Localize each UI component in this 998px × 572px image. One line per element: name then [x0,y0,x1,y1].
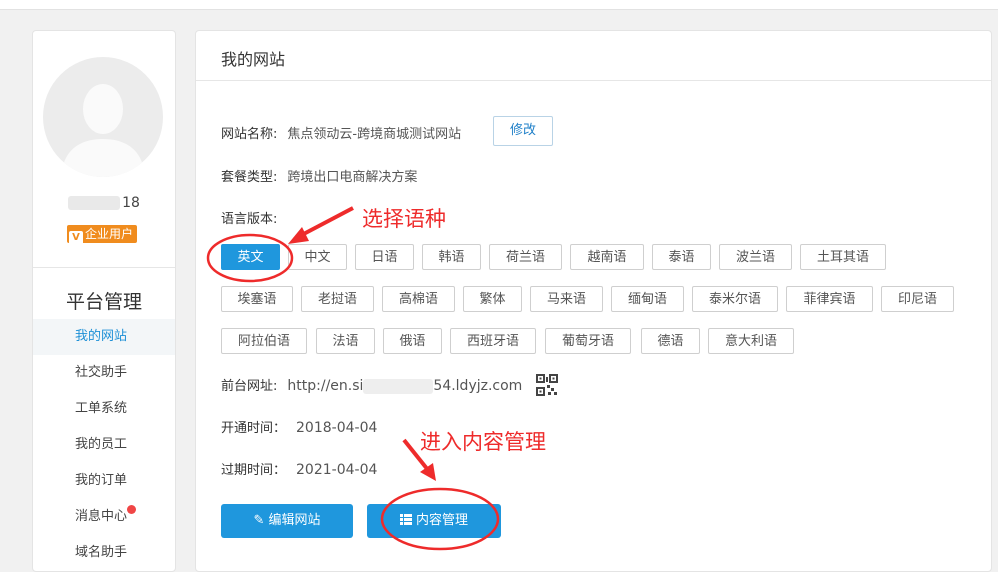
enterprise-badge-label: 企业用户 [85,227,134,241]
lang-th-button[interactable]: 泰语 [652,244,711,270]
masked-url-segment [363,378,434,394]
sidebar-item-label: 我的订单 [75,473,128,488]
lang-de-button[interactable]: 德语 [641,328,700,354]
content-manage-button[interactable]: 内容管理 [367,504,501,538]
site-name-value: 焦点领动云-跨境商城测试网站 [287,127,462,142]
lang-ja-button[interactable]: 日语 [355,244,414,270]
user-silhouette-icon [61,84,145,177]
lang-fil-button[interactable]: 菲律宾语 [786,286,873,312]
language-label-row: 语言版本: [221,208,277,227]
qr-code-icon[interactable] [536,374,558,396]
open-time-label: 开通时间： [221,421,287,436]
lang-fr-button[interactable]: 法语 [316,328,375,354]
lang-zh-tw-button[interactable]: 繁体 [463,286,522,312]
annotation-select-language: 选择语种 [362,207,446,231]
frontend-url-label: 前台网址: [221,379,278,394]
notification-dot [127,505,137,514]
lang-nl-button[interactable]: 荷兰语 [489,244,562,270]
lang-es-button[interactable]: 西班牙语 [450,328,536,354]
sidebar-item-social-assistant[interactable]: 社交助手 [33,355,175,391]
sidebar-item-ticket-system[interactable]: 工单系统 [33,391,175,427]
frontend-url-link[interactable]: http://en.si 54.ldyjz.com [287,378,522,394]
lang-ru-button[interactable]: 俄语 [383,328,442,354]
vip-icon: V [69,231,83,245]
open-time-row: 开通时间： 2018-04-04 [221,417,377,436]
list-icon [399,514,412,525]
sidebar-item-my-staff[interactable]: 我的员工 [33,427,175,463]
sidebar-item-label: 我的网站 [75,329,128,344]
lang-id-button[interactable]: 印尼语 [881,286,954,312]
lang-pl-button[interactable]: 波兰语 [719,244,792,270]
site-name-label: 网站名称: [221,127,278,142]
pencil-icon: ✎ [253,513,265,528]
lang-et-button[interactable]: 埃塞语 [221,286,293,312]
package-label: 套餐类型: [221,170,278,185]
lang-lo-button[interactable]: 老挝语 [301,286,374,312]
language-label: 语言版本: [221,212,278,227]
sidebar-item-label: 工单系统 [75,401,128,416]
lang-vi-button[interactable]: 越南语 [570,244,644,270]
user-id: 18 [33,195,175,211]
user-id-suffix: 18 [122,195,140,211]
sidebar-item-my-orders[interactable]: 我的订单 [33,463,175,499]
lang-pt-button[interactable]: 葡萄牙语 [545,328,631,354]
divider [33,267,175,268]
enterprise-badge: V 企业用户 [67,225,138,245]
frontend-url-prefix: http://en.si [287,378,364,394]
nav-section-title: 平台管理 [65,291,142,313]
sidebar-item-label-wrap: 消息中心 [75,505,137,524]
lang-en-button[interactable]: 英文 [221,244,280,270]
page-title: 我的网站 [221,50,286,69]
lang-km-button[interactable]: 高棉语 [382,286,455,312]
sidebar-item-label: 我的员工 [75,437,128,452]
sidebar-item-my-website[interactable]: 我的网站 [33,319,175,355]
site-name-row: 网站名称: 焦点领动云-跨境商城测试网站 [221,123,461,142]
sidebar-item-domain-assistant[interactable]: 域名助手 [33,535,175,571]
frontend-url-suffix: 54.ldyjz.com [433,378,523,394]
open-time-value: 2018-04-04 [296,420,378,436]
main-panel: 我的网站 网站名称: 焦点领动云-跨境商城测试网站 修改 套餐类型: 跨境出口电商解… [195,30,992,572]
package-value: 跨境出口电商解决方案 [287,170,418,185]
expire-time-label: 过期时间： [221,463,287,478]
top-bar [0,0,998,10]
frontend-url-row: 前台网址: http://en.si 54.ldyjz.com [221,375,522,394]
edit-site-label: 编辑网站 [268,513,321,528]
sidebar-item-label: 消息中心 [75,509,128,524]
sidebar-item-label: 社交助手 [75,365,128,380]
lang-zh-button[interactable]: 中文 [288,244,347,270]
sidebar-nav: 我的网站 社交助手 工单系统 我的员工 我的订单 消息中心 域名助手 [33,319,175,571]
expire-time-value: 2021-04-04 [296,462,378,478]
lang-ko-button[interactable]: 韩语 [422,244,481,270]
edit-site-name-button[interactable]: 修改 [493,116,553,146]
lang-it-button[interactable]: 意大利语 [708,328,794,354]
masked-user-id [68,196,121,210]
panel-header: 我的网站 [196,31,991,81]
avatar[interactable] [43,57,163,177]
lang-ta-button[interactable]: 泰米尔语 [692,286,778,312]
expire-time-row: 过期时间： 2021-04-04 [221,459,377,478]
lang-my-button[interactable]: 缅甸语 [611,286,684,312]
sidebar: 18 V 企业用户 平台管理 我的网站 社交助手 工单系统 我的员工 我的订单 消… [32,30,176,572]
lang-ms-button[interactable]: 马来语 [530,286,603,312]
sidebar-item-message-center[interactable]: 消息中心 [33,499,175,535]
edit-site-button[interactable]: ✎ 编辑网站 [221,504,353,538]
content-manage-label: 内容管理 [415,513,468,528]
annotation-enter-content: 进入内容管理 [420,430,546,454]
lang-tr-button[interactable]: 土耳其语 [800,244,886,270]
package-row: 套餐类型: 跨境出口电商解决方案 [221,166,417,185]
lang-ar-button[interactable]: 阿拉伯语 [221,328,307,354]
sidebar-item-label: 域名助手 [75,545,128,560]
